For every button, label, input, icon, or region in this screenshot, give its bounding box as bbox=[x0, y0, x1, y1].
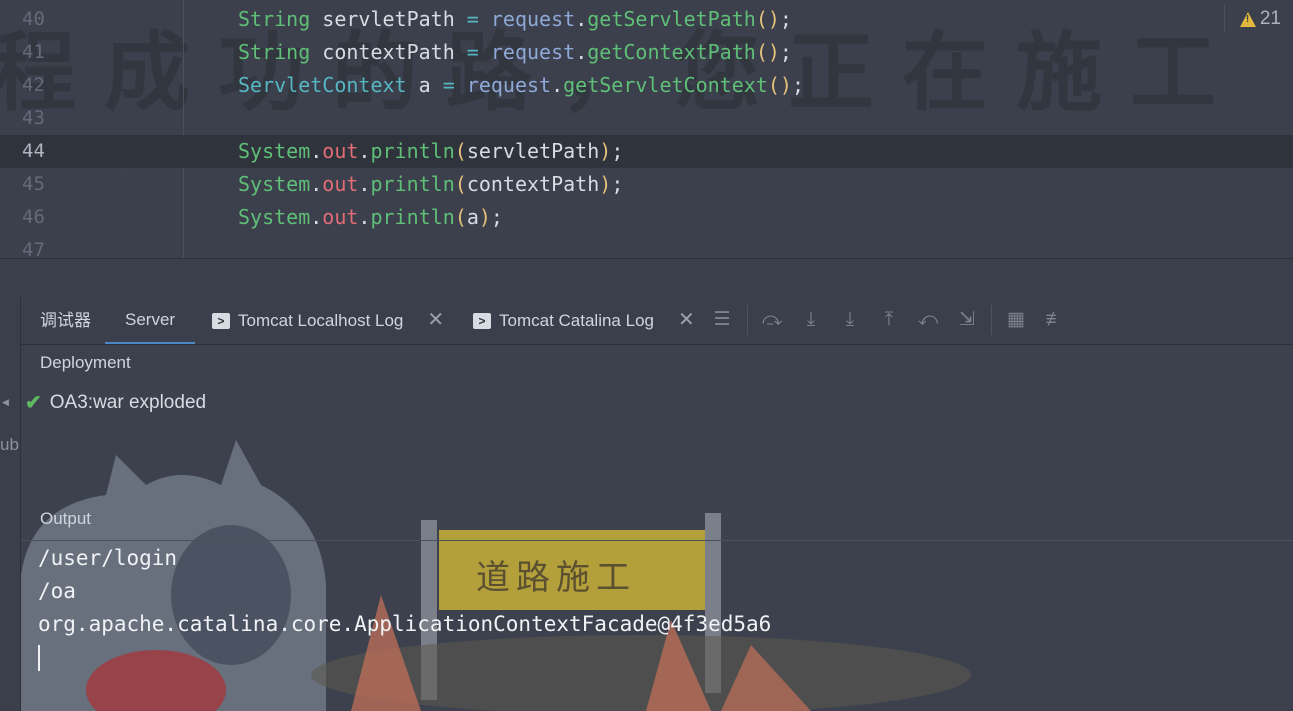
editor-spacer bbox=[0, 259, 1293, 297]
line-number: 41 bbox=[22, 41, 45, 63]
tab-debugger[interactable]: 调试器 bbox=[40, 297, 91, 344]
line-number: 42 bbox=[22, 74, 45, 96]
output-line: /user/login bbox=[38, 546, 178, 570]
drop-frame-icon[interactable]: ⤺ bbox=[917, 309, 939, 331]
line-number: 40 bbox=[22, 8, 45, 30]
left-tool-strip: ◀ ub bbox=[0, 297, 21, 711]
output-line: /oa bbox=[38, 579, 76, 603]
close-icon[interactable]: ✕ bbox=[427, 297, 444, 344]
inspection-widget[interactable]: ! 21 bbox=[1239, 8, 1281, 30]
evaluate-expression-icon[interactable]: ▦ bbox=[1005, 309, 1027, 331]
tab-debugger-label: 调试器 bbox=[40, 311, 91, 330]
code-line[interactable]: 47 bbox=[0, 234, 1293, 259]
code-editor[interactable]: 程成功的路，您正在施工 40 String servletPath = reque… bbox=[0, 0, 1293, 259]
code-text: ServletContext a = request.getServletCon… bbox=[238, 73, 804, 97]
code-line[interactable]: 43 bbox=[0, 102, 1293, 135]
line-number: 44 bbox=[22, 140, 45, 162]
code-line[interactable]: 44 System.out.println(servletPath); bbox=[0, 135, 1293, 168]
tab-server[interactable]: Server bbox=[105, 297, 196, 344]
output-line: org.apache.catalina.core.ApplicationCont… bbox=[38, 612, 772, 636]
tab-server-label: Server bbox=[125, 310, 176, 329]
tab-tomcat-catalina-log[interactable]: > Tomcat Catalina Log ✕ bbox=[473, 297, 695, 344]
code-text: System.out.println(a); bbox=[238, 205, 503, 229]
services-tab-bar: 调试器 Server > Tomcat Localhost Log ✕ > To… bbox=[21, 297, 1293, 345]
terminal-icon: > bbox=[212, 312, 230, 329]
tab-tomcat-catalina-log-label: Tomcat Catalina Log bbox=[499, 311, 654, 330]
hamburger-menu-icon[interactable]: ☰ bbox=[711, 309, 733, 331]
trace-stream-icon[interactable]: ≢ bbox=[1044, 309, 1066, 331]
force-step-into-icon[interactable]: ⤓ bbox=[839, 309, 861, 331]
tab-tomcat-localhost-log-label: Tomcat Localhost Log bbox=[238, 311, 404, 330]
line-number: 43 bbox=[22, 107, 45, 129]
server-panel: 道路施工 Deployment ✔ OA3:war exploded Outpu… bbox=[21, 345, 1293, 711]
run-to-cursor-icon[interactable]: ⇲ bbox=[956, 309, 978, 331]
output-console[interactable]: /user/login /oa org.apache.catalina.core… bbox=[38, 542, 771, 671]
step-out-icon[interactable]: ⤒ bbox=[878, 309, 900, 331]
code-text: System.out.println(contextPath); bbox=[238, 172, 624, 196]
code-text: String servletPath = request.getServletP… bbox=[238, 7, 792, 31]
collapse-arrow-icon[interactable]: ◀ bbox=[2, 397, 9, 408]
step-into-icon[interactable]: ⤓ bbox=[800, 309, 822, 331]
warning-count: 21 bbox=[1259, 8, 1281, 29]
step-over-icon[interactable]: ⤼ bbox=[761, 309, 783, 331]
tab-tomcat-localhost-log[interactable]: > Tomcat Localhost Log ✕ bbox=[212, 297, 444, 344]
code-line[interactable]: 41 String contextPath = request.getContex… bbox=[0, 36, 1293, 69]
code-text: System.out.println(servletPath); bbox=[238, 139, 624, 163]
code-line[interactable]: 42 ServletContext a = request.getServletC… bbox=[0, 69, 1293, 102]
output-header: Output bbox=[40, 509, 92, 528]
code-line[interactable]: 46 System.out.println(a); bbox=[0, 201, 1293, 234]
line-number: 45 bbox=[22, 173, 45, 195]
output-divider bbox=[21, 540, 1293, 541]
code-line[interactable]: 45 System.out.println(contextPath); bbox=[0, 168, 1293, 201]
code-text: String contextPath = request.getContextP… bbox=[238, 40, 792, 64]
warning-icon: ! bbox=[1239, 11, 1256, 27]
close-icon[interactable]: ✕ bbox=[678, 297, 695, 344]
left-strip-label: ub bbox=[0, 435, 19, 454]
line-number: 46 bbox=[22, 206, 45, 228]
deployment-item[interactable]: ✔ OA3:war exploded bbox=[25, 390, 206, 415]
text-cursor bbox=[38, 645, 40, 671]
deployment-header: Deployment bbox=[40, 353, 131, 372]
toolbar-separator bbox=[747, 305, 748, 335]
line-number: 47 bbox=[22, 239, 45, 259]
check-icon: ✔ bbox=[25, 392, 42, 414]
code-line[interactable]: 40 String servletPath = request.getServle… bbox=[0, 3, 1293, 36]
inspection-divider bbox=[1224, 4, 1225, 32]
deployment-item-label: OA3:war exploded bbox=[49, 391, 207, 413]
terminal-icon: > bbox=[473, 312, 491, 329]
toolbar-separator bbox=[991, 305, 992, 335]
